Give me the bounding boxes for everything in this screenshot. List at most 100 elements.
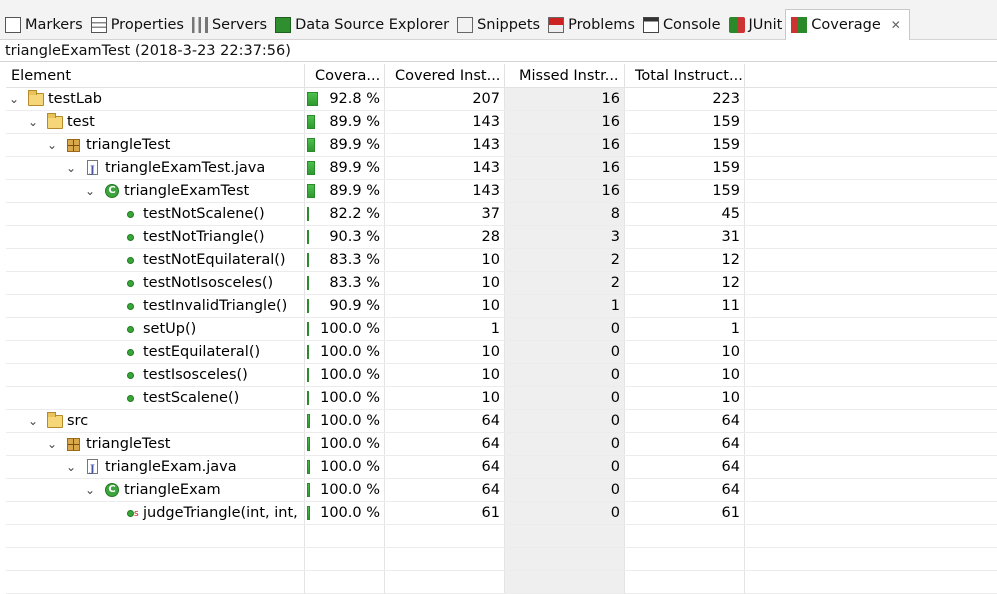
chevron-down-icon[interactable]: ⌄ xyxy=(28,410,38,432)
coverage-percent: 89.9 % xyxy=(329,114,380,130)
table-row[interactable]: testIsosceles() 100.0 % 10 0 10 xyxy=(6,364,997,387)
empty-cell xyxy=(625,548,745,570)
tab-console[interactable]: Console xyxy=(638,10,724,40)
total-instructions-cell: 11 xyxy=(625,295,745,317)
missed-instructions-cell: 0 xyxy=(505,410,625,432)
close-icon[interactable]: ✕ xyxy=(891,18,901,32)
tab-label: Data Source Explorer xyxy=(295,17,450,33)
table-row[interactable]: ⌄ CtriangleExam 100.0 % 64 0 64 xyxy=(6,479,997,502)
missed-instructions-cell: 1 xyxy=(505,295,625,317)
tab-label: Problems xyxy=(568,17,635,33)
covered-instructions-cell: 10 xyxy=(385,249,505,271)
coverage-percent: 90.9 % xyxy=(329,298,380,314)
coverage-bar-covered xyxy=(307,299,309,313)
missed-instructions-cell: 16 xyxy=(505,157,625,179)
table-row[interactable]: setUp() 100.0 % 1 0 1 xyxy=(6,318,997,341)
missed-instructions-cell: 0 xyxy=(505,341,625,363)
column-header-coverage[interactable]: Covera... xyxy=(305,64,385,88)
table-row[interactable]: ⌄ triangleTest 89.9 % 143 16 159 xyxy=(6,134,997,157)
element-cell: testIsosceles() xyxy=(6,364,305,386)
missed-instructions-cell: 8 xyxy=(505,203,625,225)
element-name: setUp() xyxy=(143,321,197,337)
tab-coverage[interactable]: Coverage ✕ xyxy=(785,9,910,40)
tab-label: Markers xyxy=(25,17,83,33)
column-header-element[interactable]: Element xyxy=(6,64,305,88)
tab-markers[interactable]: Markers xyxy=(0,10,86,40)
total-instructions-cell: 159 xyxy=(625,111,745,133)
table-row[interactable]: ⌄ testLab 92.8 % 207 16 223 xyxy=(6,88,997,111)
chevron-down-icon[interactable]: ⌄ xyxy=(66,157,76,179)
tab-problems[interactable]: Problems xyxy=(543,10,638,40)
coverage-cell: 89.9 % xyxy=(305,157,385,179)
coverage-bar-covered xyxy=(307,506,310,520)
covered-instructions-cell: 64 xyxy=(385,479,505,501)
tab-servers[interactable]: Servers xyxy=(187,10,270,40)
coverage-cell: 100.0 % xyxy=(305,433,385,455)
table-row[interactable]: testNotEquilateral() 83.3 % 10 2 12 xyxy=(6,249,997,272)
table-row[interactable]: testScalene() 100.0 % 10 0 10 xyxy=(6,387,997,410)
table-row[interactable]: ⌄ triangleTest 100.0 % 64 0 64 xyxy=(6,433,997,456)
coverage-bar-covered xyxy=(307,115,315,129)
covered-instructions-cell: 10 xyxy=(385,387,505,409)
view-tab-bar: Markers Properties Servers Data Source Expl… xyxy=(0,0,997,40)
tab-properties[interactable]: Properties xyxy=(86,10,187,40)
missed-instructions-cell: 16 xyxy=(505,180,625,202)
tab-label: Snippets xyxy=(477,17,541,33)
chevron-down-icon[interactable]: ⌄ xyxy=(28,111,38,133)
empty-cell xyxy=(385,548,505,570)
chevron-down-icon[interactable]: ⌄ xyxy=(85,479,95,501)
total-instructions-cell: 1 xyxy=(625,318,745,340)
covered-instructions-cell: 143 xyxy=(385,157,505,179)
element-cell: judgeTriangle(int, int, xyxy=(6,502,305,524)
chevron-down-icon[interactable]: ⌄ xyxy=(66,456,76,478)
method-icon xyxy=(123,298,139,314)
coverage-percent: 89.9 % xyxy=(329,137,380,153)
coverage-bar-covered xyxy=(307,437,310,451)
column-header-missed-instructions[interactable]: Missed Instr... ⌄ xyxy=(505,64,625,88)
table-row[interactable]: ⌄ test 89.9 % 143 16 159 xyxy=(6,111,997,134)
empty-cell xyxy=(305,548,385,570)
column-header-covered-instructions[interactable]: Covered Inst... xyxy=(385,64,505,88)
element-cell: ⌄ triangleTest xyxy=(6,134,305,156)
table-row[interactable]: testNotTriangle() 90.3 % 28 3 31 xyxy=(6,226,997,249)
coverage-percent: 89.9 % xyxy=(329,160,380,176)
coverage-percent: 100.0 % xyxy=(320,482,380,498)
missed-instructions-cell: 0 xyxy=(505,433,625,455)
table-row[interactable]: ⌄ src 100.0 % 64 0 64 xyxy=(6,410,997,433)
table-row[interactable]: ⌄ triangleExamTest.java 89.9 % 14316159 xyxy=(6,157,997,180)
element-name: triangleExam.java xyxy=(105,459,237,475)
missed-instructions-cell: 0 xyxy=(505,502,625,524)
chevron-down-icon[interactable]: ⌄ xyxy=(85,180,95,202)
table-row[interactable]: testNotIsosceles() 83.3 % 10 2 12 xyxy=(6,272,997,295)
coverage-bar-covered xyxy=(307,92,318,106)
table-row[interactable]: testInvalidTriangle() 90.9 % 10 1 11 xyxy=(6,295,997,318)
total-instructions-cell: 45 xyxy=(625,203,745,225)
sort-indicator-icon: ⌄ xyxy=(561,66,570,77)
chevron-down-icon[interactable]: ⌄ xyxy=(9,88,19,110)
table-row[interactable]: testEquilateral() 100.0 % 10 0 10 xyxy=(6,341,997,364)
coverage-cell: 100.0 % xyxy=(305,410,385,432)
missed-instructions-cell: 0 xyxy=(505,364,625,386)
chevron-down-icon[interactable]: ⌄ xyxy=(47,433,57,455)
method-icon xyxy=(123,367,139,383)
chevron-down-icon[interactable]: ⌄ xyxy=(47,134,57,156)
covered-instructions-cell: 28 xyxy=(385,226,505,248)
tab-data-source-explorer[interactable]: Data Source Explorer xyxy=(270,10,452,40)
element-cell: ⌄ CtriangleExam xyxy=(6,479,305,501)
element-name: testLab xyxy=(48,91,103,107)
covered-instructions-cell: 10 xyxy=(385,272,505,294)
table-row[interactable]: ⌄ CtriangleExamTest 89.9 % 143 16 159 xyxy=(6,180,997,203)
table-row[interactable]: testNotScalene() 82.2 % 37 8 45 xyxy=(6,203,997,226)
covered-instructions-cell: 10 xyxy=(385,295,505,317)
static-method-icon xyxy=(123,503,139,524)
column-header-total-instructions[interactable]: Total Instruct... xyxy=(625,64,745,88)
missed-instructions-cell: 0 xyxy=(505,387,625,409)
total-instructions-cell: 159 xyxy=(625,180,745,202)
element-name: test xyxy=(67,114,95,130)
element-cell: testScalene() xyxy=(6,387,305,409)
table-row[interactable]: ⌄ triangleExam.java 100.0 % 64064 xyxy=(6,456,997,479)
total-instructions-cell: 31 xyxy=(625,226,745,248)
table-row[interactable]: judgeTriangle(int, int, 100.0 % 61061 xyxy=(6,502,997,525)
tab-junit[interactable]: JUnit xyxy=(724,10,786,40)
tab-snippets[interactable]: Snippets xyxy=(452,10,543,40)
